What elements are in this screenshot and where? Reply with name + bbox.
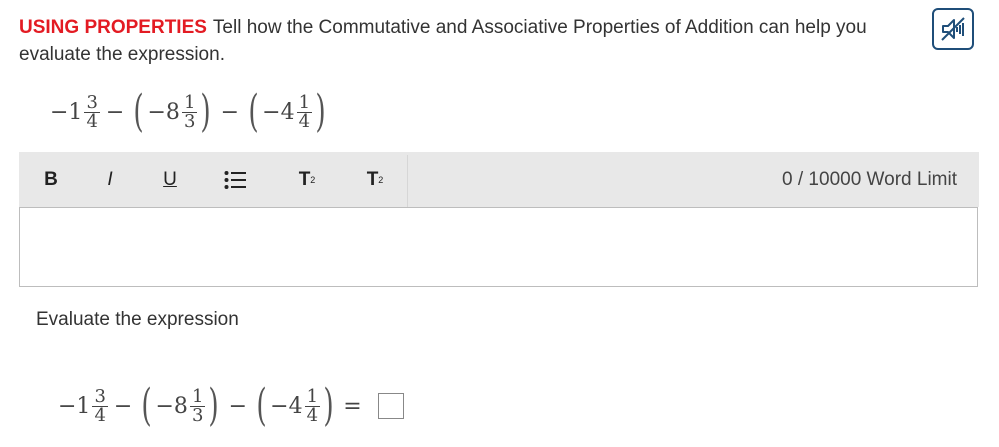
list-icon bbox=[224, 170, 246, 189]
term2-fraction: 13 bbox=[189, 385, 206, 426]
close-paren: ) bbox=[315, 86, 326, 137]
italic-button[interactable]: I bbox=[94, 152, 126, 207]
term2-numerator: 1 bbox=[181, 91, 198, 113]
evaluate-expression: −1 34 − ( −8 13 ) − ( −4 14 ) = bbox=[58, 384, 404, 428]
prompt-heading: USING PROPERTIES bbox=[19, 17, 207, 38]
superscript-button[interactable]: T2 bbox=[289, 152, 325, 207]
term3-denominator: 4 bbox=[306, 404, 319, 426]
open-paren: ( bbox=[256, 380, 267, 431]
term1-numerator: 3 bbox=[92, 385, 108, 407]
term2-whole: −8 bbox=[155, 393, 188, 419]
term2-denominator: 3 bbox=[183, 110, 196, 132]
operator-1: − bbox=[113, 393, 133, 419]
term1-numerator: 3 bbox=[84, 91, 100, 113]
superscript-label: T bbox=[298, 168, 311, 190]
superscript-mark: 2 bbox=[310, 174, 316, 185]
expression-display: −1 34 − ( −8 13 ) − ( −4 14 ) bbox=[50, 90, 329, 134]
evaluate-label: Evaluate the expression bbox=[36, 309, 239, 330]
term1-denominator: 4 bbox=[86, 110, 98, 132]
close-paren: ) bbox=[200, 86, 212, 137]
audio-toggle-button[interactable] bbox=[932, 8, 974, 50]
bold-button[interactable]: B bbox=[35, 152, 67, 207]
term2-numerator: 1 bbox=[189, 385, 206, 407]
question-prompt: USING PROPERTIES Tell how the Commutative… bbox=[19, 14, 924, 68]
term1-whole: −1 bbox=[58, 393, 91, 419]
open-paren: ( bbox=[141, 380, 153, 431]
open-paren: ( bbox=[248, 86, 259, 137]
bullet-list-button[interactable] bbox=[219, 152, 251, 207]
term1-whole: −1 bbox=[50, 99, 83, 125]
term1-fraction: 34 bbox=[92, 385, 108, 426]
word-limit-counter: 0 / 10000 Word Limit bbox=[782, 168, 957, 190]
subscript-label: T bbox=[366, 168, 379, 190]
underline-button[interactable]: U bbox=[154, 152, 186, 207]
subscript-button[interactable]: T2 bbox=[357, 152, 393, 207]
editor-toolbar: B I U T2 T2 0 / 10000 Word Limit bbox=[19, 152, 979, 207]
toolbar-divider bbox=[407, 155, 408, 207]
term1-denominator: 4 bbox=[94, 404, 106, 426]
response-textarea[interactable] bbox=[19, 207, 978, 287]
audio-off-icon bbox=[941, 17, 965, 41]
term2-whole: −8 bbox=[147, 99, 180, 125]
term3-denominator: 4 bbox=[298, 110, 311, 132]
answer-input[interactable] bbox=[377, 393, 404, 419]
term3-fraction: 14 bbox=[304, 385, 321, 426]
term3-whole: −4 bbox=[270, 393, 303, 419]
term3-fraction: 14 bbox=[296, 91, 313, 132]
subscript-mark: 2 bbox=[378, 174, 384, 185]
operator-2: − bbox=[220, 99, 239, 125]
operator-1: − bbox=[105, 99, 125, 125]
operator-2: − bbox=[228, 393, 247, 419]
equals-sign: = bbox=[343, 393, 362, 419]
term2-denominator: 3 bbox=[191, 404, 204, 426]
term3-whole: −4 bbox=[262, 99, 295, 125]
term1-fraction: 34 bbox=[84, 91, 100, 132]
term3-numerator: 1 bbox=[296, 91, 313, 113]
close-paren: ) bbox=[323, 380, 334, 431]
term2-fraction: 13 bbox=[181, 91, 198, 132]
close-paren: ) bbox=[208, 380, 220, 431]
term3-numerator: 1 bbox=[304, 385, 321, 407]
open-paren: ( bbox=[133, 86, 145, 137]
